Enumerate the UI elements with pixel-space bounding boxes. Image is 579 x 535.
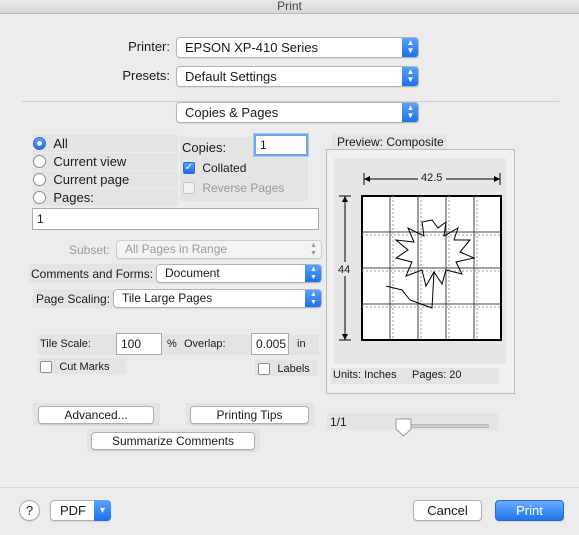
up-down-chevron-icon: ▲ ▼ <box>402 67 418 86</box>
advanced-button[interactable]: Advanced... <box>38 406 154 424</box>
question-icon: ? <box>25 503 34 518</box>
comments-value: Document <box>165 266 220 280</box>
preview-title: Preview: Composite <box>337 135 444 149</box>
pdf-menu-button[interactable]: PDF ▾ <box>50 500 111 521</box>
radio-all-label: All <box>53 136 68 152</box>
cancel-button[interactable]: Cancel <box>413 500 482 521</box>
presets-label: Presets: <box>122 68 170 83</box>
radio-button[interactable] <box>33 155 46 169</box>
overlap-input[interactable]: 0.005 <box>251 333 289 355</box>
printer-value: EPSON XP-410 Series <box>185 40 318 55</box>
printer-label: Printer: <box>128 39 170 54</box>
presets-popup[interactable]: Default Settings ▲ ▼ <box>176 66 419 87</box>
preview-pages-count: Pages: 20 <box>412 369 462 381</box>
collated-checkbox[interactable]: ✓ Collated <box>183 160 246 175</box>
checkbox-box[interactable] <box>258 362 270 375</box>
scaling-value: Tile Large Pages <box>122 291 213 305</box>
radio-current-page[interactable]: Current page <box>33 172 129 187</box>
checkbox-box[interactable] <box>40 360 52 373</box>
radio-pages-label: Pages: <box>53 190 94 206</box>
printer-popup[interactable]: EPSON XP-410 Series ▲ ▼ <box>176 37 419 58</box>
tile-scale-input[interactable]: 100 <box>116 333 162 355</box>
subset-popup[interactable]: All Pages in Range ▲ ▼ <box>116 240 322 259</box>
radio-button[interactable] <box>33 191 46 205</box>
reverse-pages-label: Reverse Pages <box>202 180 285 195</box>
radio-current-view[interactable]: Current view <box>33 154 126 169</box>
checkbox-box[interactable] <box>183 181 195 194</box>
radio-pages[interactable]: Pages: <box>33 190 94 205</box>
collated-label: Collated <box>202 160 247 175</box>
page-indicator: 1/1 <box>330 415 347 429</box>
scaling-label: Page Scaling: <box>36 292 111 306</box>
labels-checkbox[interactable]: Labels <box>258 361 310 375</box>
window-title: Print <box>0 0 579 14</box>
up-down-chevron-icon: ▲ ▼ <box>402 103 418 122</box>
reverse-pages-checkbox[interactable]: Reverse Pages <box>183 180 284 195</box>
chevron-down-icon: ▾ <box>94 500 111 521</box>
radio-all[interactable]: All <box>33 136 68 151</box>
radio-current-page-label: Current page <box>53 172 130 188</box>
preview-canvas <box>334 158 506 364</box>
up-down-chevron-icon: ▲ ▼ <box>310 242 317 257</box>
help-button[interactable]: ? <box>19 500 40 521</box>
up-down-chevron-icon: ▲ ▼ <box>402 38 418 57</box>
page-slider-thumb[interactable] <box>395 418 412 437</box>
radio-button[interactable] <box>33 137 46 151</box>
section-popup[interactable]: Copies & Pages ▲ ▼ <box>176 102 419 123</box>
comments-label: Comments and Forms: <box>31 267 154 281</box>
preview-units: Units: Inches <box>333 369 397 381</box>
overlap-unit: in <box>297 338 306 350</box>
cut-marks-label: Cut Marks <box>59 360 110 373</box>
tile-scale-label: Tile Scale: <box>40 338 91 350</box>
printing-tips-button[interactable]: Printing Tips <box>190 406 309 424</box>
summarize-comments-button[interactable]: Summarize Comments <box>91 432 255 450</box>
preview-width-label: 42.5 <box>421 172 443 184</box>
labels-label: Labels <box>277 362 310 375</box>
subset-value: All Pages in Range <box>125 242 228 256</box>
radio-button[interactable] <box>33 173 46 187</box>
preview-height-label: 44 <box>338 264 351 276</box>
checkmark-icon[interactable]: ✓ <box>183 161 195 174</box>
overlap-label: Overlap: <box>184 338 226 350</box>
comments-popup[interactable]: Document ▲ ▼ <box>156 264 322 283</box>
up-down-chevron-icon: ▲ ▼ <box>305 290 321 307</box>
tile-scale-percent: % <box>167 338 177 350</box>
presets-value: Default Settings <box>185 69 277 84</box>
radio-current-view-label: Current view <box>53 154 127 170</box>
up-down-chevron-icon: ▲ ▼ <box>305 265 321 282</box>
pdf-label: PDF <box>60 503 86 518</box>
print-button[interactable]: Print <box>495 500 564 521</box>
pages-range-input[interactable]: 1 <box>32 208 319 230</box>
scaling-popup[interactable]: Tile Large Pages ▲ ▼ <box>113 289 322 308</box>
section-value: Copies & Pages <box>185 105 279 120</box>
cut-marks-checkbox[interactable]: Cut Marks <box>40 359 109 373</box>
subset-label: Subset: <box>69 243 110 257</box>
copies-input[interactable]: 1 <box>254 134 308 156</box>
tile-preview-graphic <box>337 172 502 341</box>
footer-separator <box>0 487 579 488</box>
copies-label: Copies: <box>182 140 227 155</box>
